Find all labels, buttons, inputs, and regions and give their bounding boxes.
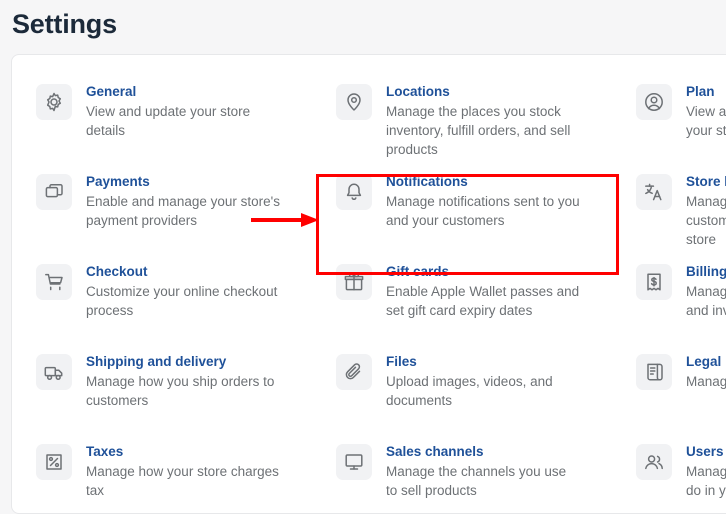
settings-item-title[interactable]: Locations: [386, 83, 581, 101]
settings-cell: Billing Manage your billing information a…: [612, 253, 726, 343]
settings-cell: Plan View and manage your plan in your st…: [612, 73, 726, 163]
settings-item-texts: Store languages Manage the languages your…: [686, 172, 726, 249]
settings-item-title[interactable]: Checkout: [86, 263, 281, 281]
settings-item-description: Manage the channels you use to sell prod…: [386, 464, 567, 498]
settings-item-texts: Files Upload images, videos, and document…: [386, 352, 581, 410]
settings-item-title[interactable]: Sales channels: [386, 443, 581, 461]
delivery-truck-icon: [36, 354, 72, 390]
settings-item-texts: Users and permissions Manage what users c…: [686, 442, 726, 500]
settings-item-title[interactable]: Legal: [686, 353, 726, 371]
settings-item-description: View and manage your plan in your store: [686, 104, 726, 138]
bell-icon: [336, 174, 372, 210]
paperclip-icon: [336, 354, 372, 390]
settings-item-description: Enable and manage your store's payment p…: [86, 194, 280, 228]
settings-cell: General View and update your store detail…: [12, 73, 312, 163]
users-icon: [636, 444, 672, 480]
settings-cell: Locations Manage the places you stock inv…: [312, 73, 612, 163]
settings-item-texts: General View and update your store detail…: [86, 82, 281, 140]
receipt-dollar-icon: [636, 264, 672, 300]
settings-item-title[interactable]: Plan: [686, 83, 726, 101]
settings-cell: Users and permissions Manage what users c…: [612, 433, 726, 513]
settings-cell: Legal Manage your store policies: [612, 343, 726, 433]
settings-item-description: Manage how you ship orders to customers: [86, 374, 275, 408]
settings-item-texts: Billing Manage your billing information a…: [686, 262, 726, 320]
settings-item-checkout[interactable]: Checkout Customize your online checkout p…: [36, 262, 298, 320]
settings-item-files[interactable]: Files Upload images, videos, and document…: [336, 352, 598, 410]
settings-grid: General View and update your store detail…: [12, 55, 726, 513]
settings-item-description: View and update your store details: [86, 104, 251, 138]
settings-item-title[interactable]: Gift cards: [386, 263, 581, 281]
settings-item-title[interactable]: Users and permissions: [686, 443, 726, 461]
settings-item-description: Manage your store policies: [686, 374, 726, 389]
settings-item-description: Manage the languages your customers can …: [686, 194, 726, 247]
settings-item-shipping-and-delivery[interactable]: Shipping and delivery Manage how you ship…: [36, 352, 298, 410]
settings-item-description: Enable Apple Wallet passes and set gift …: [386, 284, 580, 318]
settings-item-gift-cards[interactable]: Gift cards Enable Apple Wallet passes and…: [336, 262, 598, 320]
gift-box-icon: [336, 264, 372, 300]
account-circle-icon: [636, 84, 672, 120]
settings-item-description: Manage the places you stock inventory, f…: [386, 104, 571, 157]
settings-item-plan[interactable]: Plan View and manage your plan in your st…: [636, 82, 726, 140]
settings-item-texts: Taxes Manage how your store charges tax: [86, 442, 281, 500]
settings-cell: Taxes Manage how your store charges tax: [12, 433, 312, 513]
settings-item-title[interactable]: Files: [386, 353, 581, 371]
translate-icon: [636, 174, 672, 210]
settings-item-title[interactable]: Shipping and delivery: [86, 353, 281, 371]
settings-item-texts: Gift cards Enable Apple Wallet passes and…: [386, 262, 581, 320]
settings-panel: General View and update your store detail…: [11, 54, 726, 514]
settings-item-locations[interactable]: Locations Manage the places you stock inv…: [336, 82, 598, 159]
settings-cell: Shipping and delivery Manage how you ship…: [12, 343, 312, 433]
settings-cell: Gift cards Enable Apple Wallet passes and…: [312, 253, 612, 343]
settings-cell: Store languages Manage the languages your…: [612, 163, 726, 253]
settings-item-texts: Plan View and manage your plan in your st…: [686, 82, 726, 140]
settings-cell: Files Upload images, videos, and document…: [312, 343, 612, 433]
settings-item-texts: Payments Enable and manage your store's p…: [86, 172, 281, 230]
settings-item-title[interactable]: Payments: [86, 173, 281, 191]
shopping-cart-icon: [36, 264, 72, 300]
legal-scroll-icon: [636, 354, 672, 390]
settings-item-users-and-permissions[interactable]: Users and permissions Manage what users c…: [636, 442, 726, 500]
gear-icon: [36, 84, 72, 120]
settings-item-description: Customize your online checkout process: [86, 284, 278, 318]
settings-item-description: Manage what users can see or do in your …: [686, 464, 726, 498]
settings-item-texts: Sales channels Manage the channels you us…: [386, 442, 581, 500]
settings-item-billing[interactable]: Billing Manage your billing information a…: [636, 262, 726, 320]
settings-item-texts: Legal Manage your store policies: [686, 352, 726, 391]
settings-item-sales-channels[interactable]: Sales channels Manage the channels you us…: [336, 442, 598, 500]
sales-channel-icon: [336, 444, 372, 480]
settings-item-title[interactable]: Store languages: [686, 173, 726, 191]
location-pin-icon: [336, 84, 372, 120]
settings-item-general[interactable]: General View and update your store detail…: [36, 82, 298, 140]
settings-item-description: Manage notifications sent to you and you…: [386, 194, 580, 228]
settings-page: Settings General View and update your sto…: [0, 0, 726, 514]
settings-cell: Notifications Manage notifications sent t…: [312, 163, 612, 253]
settings-cell: Sales channels Manage the channels you us…: [312, 433, 612, 513]
tax-icon: [36, 444, 72, 480]
settings-item-description: Upload images, videos, and documents: [386, 374, 553, 408]
settings-item-title[interactable]: General: [86, 83, 281, 101]
settings-item-title[interactable]: Notifications: [386, 173, 581, 191]
settings-item-description: Manage your billing information and invo…: [686, 284, 726, 318]
settings-item-texts: Shipping and delivery Manage how you ship…: [86, 352, 281, 410]
settings-item-notifications[interactable]: Notifications Manage notifications sent t…: [336, 172, 598, 230]
settings-item-texts: Notifications Manage notifications sent t…: [386, 172, 581, 230]
settings-item-description: Manage how your store charges tax: [86, 464, 279, 498]
settings-item-payments[interactable]: Payments Enable and manage your store's p…: [36, 172, 298, 230]
settings-item-store-languages[interactable]: Store languages Manage the languages your…: [636, 172, 726, 249]
payment-cards-icon: [36, 174, 72, 210]
settings-item-title[interactable]: Taxes: [86, 443, 281, 461]
page-title: Settings: [12, 9, 117, 39]
settings-item-texts: Checkout Customize your online checkout p…: [86, 262, 281, 320]
settings-item-title[interactable]: Billing: [686, 263, 726, 281]
settings-item-legal[interactable]: Legal Manage your store policies: [636, 352, 726, 391]
settings-cell: Checkout Customize your online checkout p…: [12, 253, 312, 343]
settings-cell: Payments Enable and manage your store's p…: [12, 163, 312, 253]
settings-item-taxes[interactable]: Taxes Manage how your store charges tax: [36, 442, 298, 500]
settings-item-texts: Locations Manage the places you stock inv…: [386, 82, 581, 159]
